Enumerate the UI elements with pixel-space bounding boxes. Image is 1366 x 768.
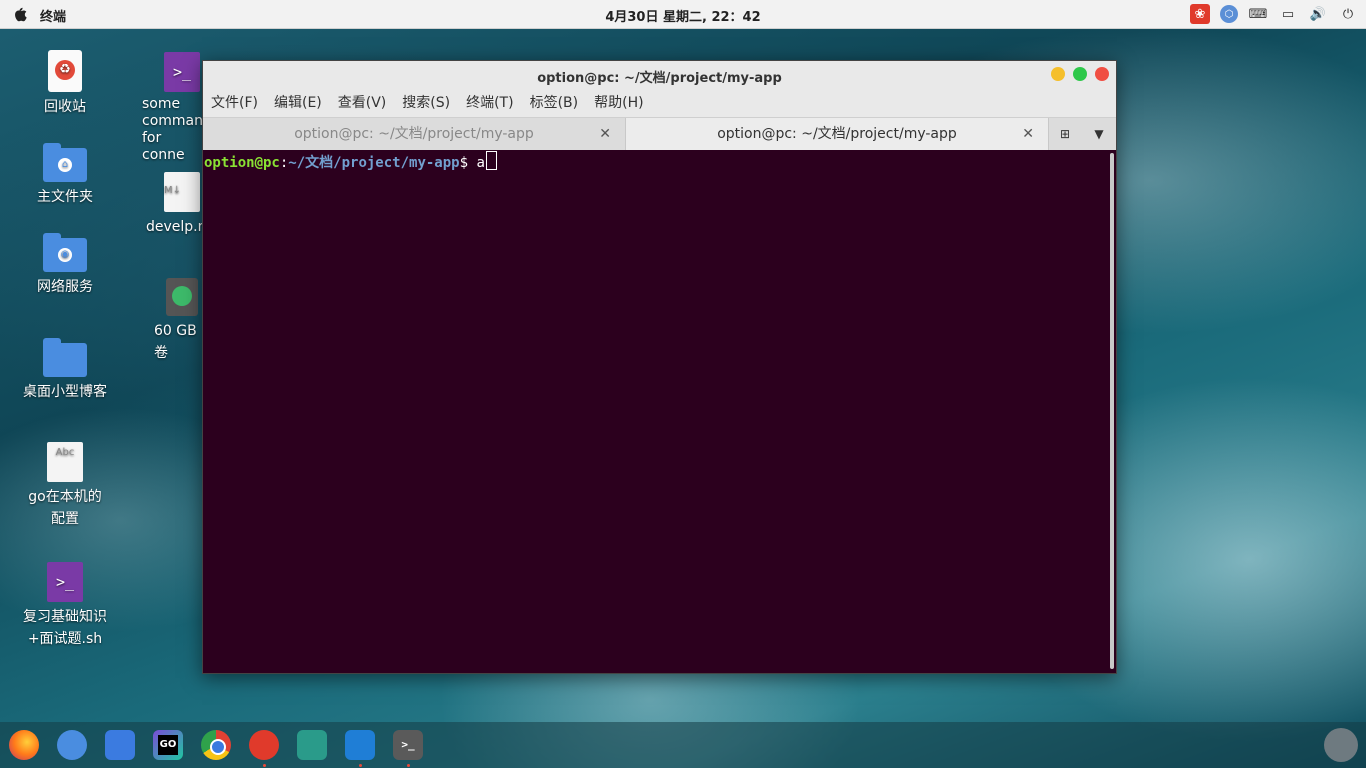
desktop-icon-home[interactable]: ⌂ 主文件夹 [22,143,108,208]
drive-icon [166,278,198,316]
close-button[interactable] [1095,67,1109,81]
running-indicator [263,764,266,767]
folder-icon [43,338,87,377]
tab-label: option@pc: ~/文档/project/my-app [717,126,957,142]
netease-music-icon[interactable]: ❀ [1190,4,1210,24]
prompt-user-host: option@pc [204,155,280,171]
desktop-icon-develp[interactable]: M↓ develp.m [140,172,202,238]
maximize-button[interactable] [1073,67,1087,81]
goland-icon[interactable]: GO [153,730,183,760]
prompt-path: ~/文档/project/my-app [288,155,460,171]
system-tray: ❀ ⬡ ⌨ ▭ 🔊 ⏻ [1190,3,1358,25]
desktop-icon-label: 回收站 [44,99,86,115]
menu-file[interactable]: 文件(F) [203,89,266,117]
menu-bar: 文件(F) 编辑(E) 查看(V) 搜索(S) 终端(T) 标签(B) 帮助(H… [203,89,1116,117]
netease-music-icon[interactable] [249,730,279,760]
terminal-output[interactable]: option@pc:~/文档/project/my-app$ a [203,149,1108,673]
desktop-icon-label: 主文件夹 [37,189,93,205]
tab-bar: option@pc: ~/文档/project/my-app ✕ option@… [203,117,1116,150]
firefox-icon[interactable] [9,730,39,760]
text-file-icon: Abc [47,442,83,482]
desktop-icon-trash[interactable]: ♻ 回收站 [22,50,108,118]
store-icon[interactable] [105,730,135,760]
menu-view[interactable]: 查看(V) [330,89,395,117]
tab-list-chevron-icon[interactable]: ▼ [1083,118,1115,150]
running-indicator [407,764,410,767]
dock: GO >_ [0,722,1366,768]
desktop-icon-label: develp.m [146,219,202,235]
apple-menu-icon[interactable] [10,4,28,24]
desktop-icon-blog[interactable]: 桌面小型博客 [22,338,108,403]
desktop-icon-label: 复习基础知识+面试题.sh [23,609,107,647]
terminal-dock-label: >_ [401,738,415,751]
close-tab-icon[interactable]: ✕ [1022,118,1034,150]
tab-label: option@pc: ~/文档/project/my-app [294,126,534,142]
script-icon: >_ [47,562,83,602]
window-icon[interactable]: ▭ [1278,4,1298,24]
minimize-button[interactable] [1051,67,1065,81]
active-app-name[interactable]: 终端 [40,6,66,25]
clock[interactable]: 4月30日 星期二, 22：42 [0,6,1366,25]
menu-search[interactable]: 搜索(S) [394,89,458,117]
typed-command: a [476,155,485,171]
desktop-icon-label: 桌面小型博客 [23,384,107,400]
desktop-icon-label: 60 GB 卷 [154,323,197,361]
desktop-icon-review-sh[interactable]: >_ 复习基础知识+面试题.sh [22,562,108,650]
running-indicator [359,764,362,767]
vscode-icon[interactable] [345,730,375,760]
scrollbar[interactable] [1110,153,1114,669]
desktop-icon-label: some command for conne [142,96,202,163]
volume-icon[interactable]: 🔊 [1308,4,1328,24]
launcher-rocket-icon[interactable] [1324,728,1358,762]
tab-1[interactable]: option@pc: ~/文档/project/my-app ✕ [203,118,625,150]
top-panel: 终端 4月30日 星期二, 22：42 ❀ ⬡ ⌨ ▭ 🔊 ⏻ [0,0,1366,29]
goland-label: GO [158,735,178,755]
menu-terminal[interactable]: 终端(T) [458,89,521,117]
menu-help[interactable]: 帮助(H) [586,89,651,117]
desktop-icon-go-config[interactable]: Abc go在本机的配置 [22,442,108,530]
desktop-icon-volume[interactable]: 60 GB 卷 [140,278,202,364]
close-tab-icon[interactable]: ✕ [599,118,611,150]
power-icon[interactable]: ⏻ [1338,4,1358,24]
menu-tabs[interactable]: 标签(B) [522,89,587,117]
home-folder-icon: ⌂ [43,143,87,182]
menu-edit[interactable]: 编辑(E) [266,89,330,117]
new-tab-icon[interactable]: ⊞ [1049,118,1081,150]
text-cursor [485,151,497,170]
trash-icon: ♻ [48,50,82,92]
terminal-icon[interactable]: >_ [393,730,423,760]
files-icon[interactable] [57,730,87,760]
network-folder-icon: ◉ [43,233,87,272]
desktop-icon-some-command[interactable]: >_ some command for conne [140,52,202,164]
script-icon: >_ [164,52,200,92]
tab-2[interactable]: option@pc: ~/文档/project/my-app ✕ [625,118,1049,150]
desktop-icon-label: go在本机的配置 [28,489,102,527]
video-icon[interactable] [297,730,327,760]
prompt-line: option@pc:~/文档/project/my-app$ a [204,151,497,172]
window-title: option@pc: ~/文档/project/my-app [537,71,782,86]
keyboard-icon[interactable]: ⌨ [1248,4,1268,24]
markdown-file-icon: M↓ [164,172,200,212]
chrome-icon[interactable] [201,730,231,760]
desktop-icon-network[interactable]: ◉ 网络服务 [22,233,108,298]
desktop-icon-label: 网络服务 [37,279,93,295]
title-bar[interactable]: option@pc: ~/文档/project/my-app [203,61,1116,89]
prompt-dollar: $ [459,155,477,171]
terminal-window: option@pc: ~/文档/project/my-app 文件(F) 编辑(… [202,60,1117,674]
bluetooth-icon[interactable]: ⬡ [1220,5,1238,23]
